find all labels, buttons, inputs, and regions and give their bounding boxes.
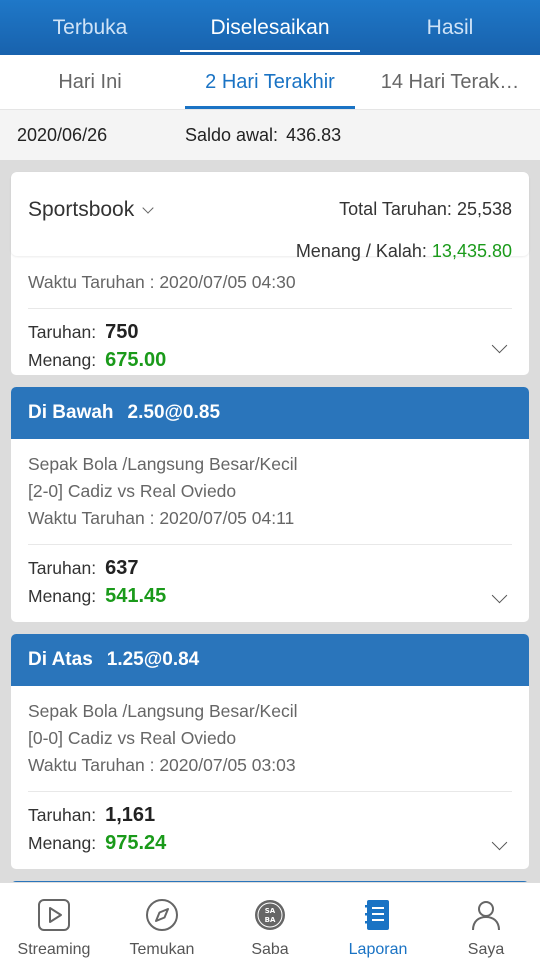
divider	[28, 308, 512, 309]
summary-card: Sportsbook Total Taruhan: 25,538 Menang …	[11, 172, 529, 261]
svg-text:BA: BA	[265, 916, 276, 924]
win-label: Menang:	[28, 833, 97, 853]
win-value: 675.00	[105, 349, 167, 371]
compass-icon	[146, 899, 178, 931]
bet-odds: 1.25@0.84	[106, 649, 200, 670]
stake-value: 637	[105, 557, 139, 579]
bet-match: [2-0] Cadiz vs Real Oviedo	[28, 481, 237, 501]
bet-time: Waktu Taruhan : 2020/07/05 03:03	[28, 755, 296, 775]
bottom-nav: Streaming Temukan SA BA Saba Laporan Say…	[0, 882, 540, 965]
balance-label: Saldo awal:	[185, 124, 279, 145]
stake-row: Taruhan: 637	[28, 557, 512, 585]
bet-odds: 2.50@0.85	[127, 402, 221, 423]
win-label: Menang:	[28, 586, 97, 606]
balance-value: 436.83	[286, 124, 342, 145]
product-selector[interactable]: Sportsbook	[28, 198, 154, 222]
win-label: Menang:	[28, 350, 97, 370]
win-row: Menang: 675.00	[28, 349, 512, 375]
stake-value: 1,161	[105, 804, 156, 826]
svg-text:SA: SA	[265, 907, 276, 915]
stake-label: Taruhan:	[28, 805, 97, 825]
total-stake-value: 25,538	[456, 199, 512, 219]
win-row: Menang: 541.45	[28, 585, 512, 613]
win-value: 975.24	[105, 832, 167, 854]
total-stake: Total Taruhan: 25,538	[339, 199, 512, 220]
nav-label: Saba	[251, 941, 289, 958]
bet-card-header: Di Bawah 2.50@0.85	[11, 387, 529, 439]
chevron-down-icon	[142, 202, 154, 214]
bet-card[interactable]: Di Bawah 2.50@0.85 Sepak Bola /Langsung …	[11, 387, 529, 622]
win-loss-label: Menang / Kalah:	[295, 241, 427, 261]
tab-diselesaikan[interactable]: Diselesaikan	[180, 0, 360, 55]
bet-selection: Di Atas	[28, 649, 93, 670]
win-loss-value: 13,435.80	[431, 241, 512, 261]
top-tab-bar: Terbuka Diselesaikan Hasil	[0, 0, 540, 55]
balance-info-bar: 2020/06/26 Saldo awal: 436.83	[0, 110, 540, 160]
nav-temukan[interactable]: Temukan	[108, 883, 216, 965]
play-icon	[38, 899, 70, 931]
bet-card[interactable]: Di Atas 1.25@0.84 Sepak Bola /Langsung B…	[11, 634, 529, 869]
period-tab-bar: Hari Ini 2 Hari Terakhir 14 Hari Terak…	[0, 55, 540, 110]
nav-streaming[interactable]: Streaming	[0, 883, 108, 965]
stake-value: 750	[105, 321, 139, 343]
tab-14-hari-terakhir[interactable]: 14 Hari Terak…	[360, 55, 540, 109]
product-selector-label: Sportsbook	[28, 198, 135, 221]
bet-sport: Sepak Bola /Langsung Besar/Kecil	[28, 701, 298, 721]
win-loss: Menang / Kalah: 13,435.80	[296, 241, 512, 262]
bet-selection: Di Bawah	[28, 402, 114, 423]
win-row: Menang: 975.24	[28, 832, 512, 860]
statement-date: 2020/06/26	[17, 124, 108, 145]
bet-sport: Sepak Bola /Langsung Besar/Kecil	[28, 454, 298, 474]
user-icon	[472, 901, 500, 931]
nav-saya[interactable]: Saya	[432, 883, 540, 965]
divider	[28, 544, 512, 545]
tab-2-hari-terakhir[interactable]: 2 Hari Terakhir	[180, 55, 360, 109]
bet-list[interactable]: Sportsbook Total Taruhan: 25,538 Menang …	[0, 160, 540, 882]
nav-label: Laporan	[348, 941, 408, 958]
bet-time: Waktu Taruhan : 2020/07/05 04:30	[28, 272, 296, 292]
report-book-icon	[365, 900, 389, 930]
win-value: 541.45	[105, 585, 167, 607]
bet-match: [0-0] Cadiz vs Real Oviedo	[28, 728, 237, 748]
stake-label: Taruhan:	[28, 322, 97, 342]
stake-row: Taruhan: 750	[28, 321, 512, 349]
tab-hari-ini[interactable]: Hari Ini	[0, 55, 180, 109]
stake-row: Taruhan: 1,161	[28, 804, 512, 832]
tab-hasil[interactable]: Hasil	[360, 0, 540, 55]
bet-card-header: Di Atas 1.25@0.84	[11, 634, 529, 686]
divider	[28, 791, 512, 792]
tab-terbuka[interactable]: Terbuka	[0, 0, 180, 55]
nav-saba[interactable]: SA BA Saba	[216, 883, 324, 965]
nav-label: Streaming	[17, 941, 91, 958]
stake-label: Taruhan:	[28, 558, 97, 578]
bet-time: Waktu Taruhan : 2020/07/05 04:11	[28, 508, 295, 528]
saba-logo-icon: SA BA	[255, 900, 285, 930]
nav-label: Saya	[467, 941, 505, 958]
nav-label: Temukan	[129, 941, 195, 958]
nav-laporan[interactable]: Laporan	[324, 883, 432, 965]
total-stake-label: Total Taruhan:	[339, 199, 452, 219]
